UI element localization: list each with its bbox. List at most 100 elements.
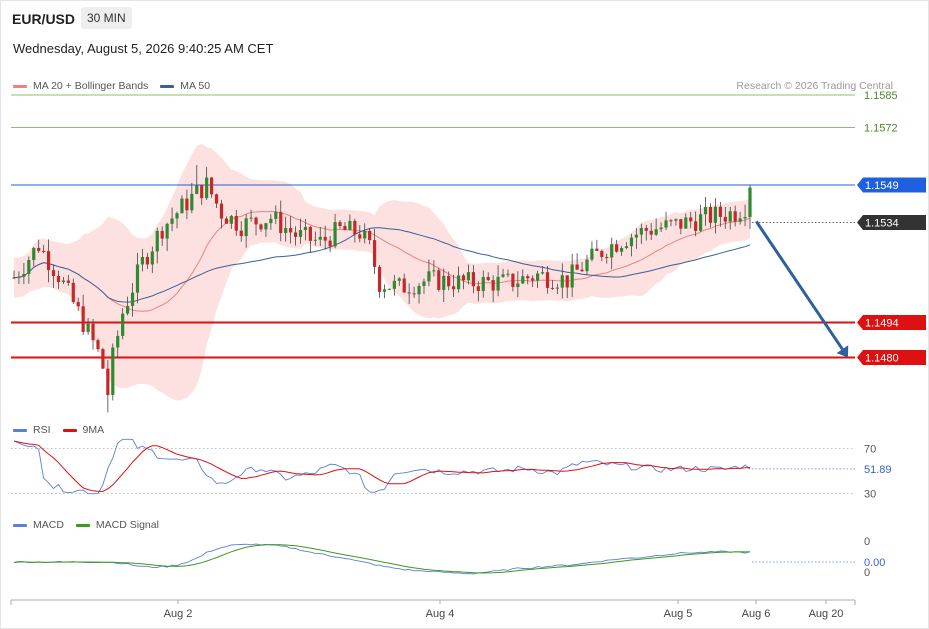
candle-body: [140, 256, 145, 265]
candle-body: [382, 289, 387, 292]
level-label: 1.1534: [865, 218, 899, 230]
level-label: 1.1549: [865, 180, 899, 192]
candle-body: [27, 260, 31, 274]
rsi-tick: 70: [864, 443, 876, 455]
candle: [590, 241, 594, 262]
projection-arrow: [755, 221, 849, 358]
candle-body: [51, 270, 56, 277]
candle-body: [476, 286, 480, 291]
candle-body: [600, 250, 604, 257]
candle-body: [165, 223, 169, 239]
candle-body: [412, 293, 416, 295]
candle-body: [634, 234, 638, 238]
candle-body: [506, 273, 510, 275]
candle-body: [308, 226, 312, 241]
candle-body: [560, 275, 564, 288]
candle-body: [170, 218, 174, 224]
candle-body: [392, 280, 396, 289]
candle-body: [526, 276, 530, 279]
candle-body: [234, 215, 238, 231]
candle-body: [269, 218, 273, 224]
candle-body: [239, 230, 243, 237]
candle-body: [130, 292, 135, 306]
candle-body: [135, 264, 140, 293]
candle-body: [195, 185, 199, 194]
time-axis-label: Aug 5: [664, 608, 693, 620]
level-current: 1.1534: [752, 215, 926, 230]
candle-body: [126, 305, 130, 314]
candle-body: [713, 206, 718, 223]
time-axis-label: Aug 20: [809, 608, 844, 620]
candle-body: [442, 275, 446, 290]
chart-canvas[interactable]: 1.1585 1.1572 1.1549 1.1534 1.1494 1.1480 70 3…: [0, 0, 929, 629]
candle-body: [743, 216, 747, 219]
candle-body: [150, 251, 154, 265]
candle-body: [155, 230, 159, 252]
candle-body: [535, 273, 540, 281]
candle-body: [61, 280, 65, 282]
candle-body: [654, 229, 658, 235]
level-resistance: 1.1585: [11, 90, 898, 102]
candle-body: [56, 276, 61, 282]
candle-body: [209, 177, 214, 195]
candle-body: [249, 217, 253, 219]
arrow-shaft: [755, 221, 844, 351]
candle-body: [629, 237, 634, 247]
candle-body: [699, 214, 703, 231]
candle-body: [22, 273, 26, 277]
candle-body: [466, 272, 471, 281]
candle-body: [37, 247, 41, 251]
candle-body: [486, 277, 490, 281]
candle-body: [575, 264, 579, 270]
macd-tick: 0: [864, 536, 870, 548]
candle-body: [521, 276, 525, 284]
level-label: 1.1585: [864, 90, 898, 102]
candle-body: [81, 306, 85, 332]
time-axis-label: Aug 6: [742, 608, 771, 620]
candle-body: [205, 177, 209, 199]
bollinger-band-area: [14, 143, 750, 401]
candle-body: [402, 278, 406, 293]
rsi-line: [13, 438, 751, 495]
candle: [387, 288, 392, 291]
rsi-current-label: 51.89: [864, 464, 892, 476]
candle-body: [333, 222, 337, 247]
candle-body: [437, 270, 441, 290]
candle-body: [254, 217, 258, 225]
level-label: 1.1572: [864, 123, 898, 135]
candle-body: [664, 220, 668, 228]
candle-body: [708, 207, 713, 223]
candle-body: [496, 276, 500, 291]
candle-body: [279, 211, 283, 234]
candle-body: [684, 217, 688, 229]
candle-body: [624, 246, 629, 249]
candle-body: [91, 323, 95, 341]
candle-body: [372, 240, 377, 267]
candle-body: [456, 275, 461, 290]
candle-body: [610, 244, 614, 258]
candle-body: [580, 269, 584, 272]
time-axis: Aug 2 Aug 4 Aug 5 Aug 6 Aug 20: [10, 599, 856, 620]
candle-body: [338, 222, 342, 227]
candle-body: [264, 223, 268, 230]
time-axis-label: Aug 4: [426, 608, 455, 620]
candle-body: [190, 193, 194, 211]
candle-body: [244, 218, 248, 237]
candle-body: [353, 220, 357, 235]
candle-body: [615, 244, 619, 252]
candle-body: [46, 251, 51, 271]
candle-body: [224, 218, 229, 224]
candle: [111, 343, 115, 401]
candle-body: [289, 228, 293, 233]
candle-body: [703, 207, 708, 215]
bollinger-band: [14, 143, 750, 401]
candle-body: [689, 217, 693, 222]
candle-body: [219, 203, 224, 219]
candle-body: [565, 275, 569, 288]
candle-body: [619, 248, 624, 252]
candle-body: [669, 220, 673, 222]
candle-body: [259, 224, 263, 230]
candle-body: [491, 280, 495, 291]
level-pivot: 1.1549: [11, 177, 926, 193]
candle-body: [368, 230, 372, 241]
